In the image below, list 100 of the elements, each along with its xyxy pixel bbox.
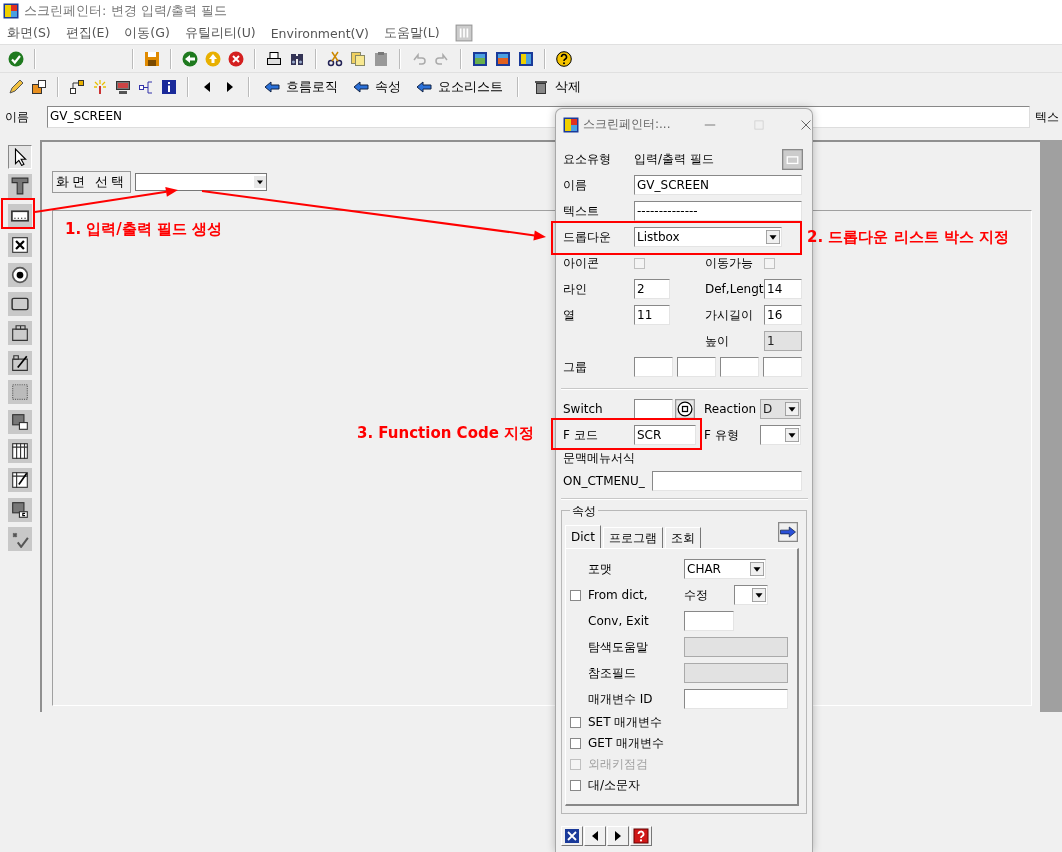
menu-item[interactable]: 이동(G) [124,24,170,42]
field-label: 외래키점검 [588,756,649,773]
tool-button[interactable] [8,291,32,316]
info-icon[interactable] [161,78,177,95]
tool-button[interactable] [8,409,32,434]
toolbar-button[interactable]: 흐름로직 [260,77,342,96]
radio-button-icon [11,265,29,284]
field-label: 이름 [5,108,30,126]
input-field[interactable] [677,357,716,377]
input-field[interactable]: -------------- [634,201,802,221]
window-icon[interactable] [495,50,511,67]
input-field[interactable]: SCR [634,425,696,445]
tool-button[interactable] [8,468,32,493]
tool-button[interactable] [8,438,32,463]
pencil-icon[interactable] [8,78,24,95]
field-label: 텍스트 [563,202,600,220]
input-field[interactable]: 14 [764,279,802,299]
dropdown[interactable] [760,425,801,445]
hierarchy-icon[interactable] [69,78,85,95]
tab[interactable]: Dict [565,525,601,548]
monitor-icon[interactable] [115,78,131,95]
tabs-icon [11,324,29,343]
tool-button[interactable] [8,321,32,346]
torch-icon[interactable] [92,78,108,95]
help-icon[interactable] [633,828,649,844]
input-field[interactable] [634,399,673,419]
window-icon[interactable] [518,50,534,67]
help-icon[interactable] [556,50,572,67]
windows-icon[interactable] [31,78,47,95]
close-icon[interactable] [800,118,812,131]
checkbox[interactable] [764,257,775,269]
input-field[interactable] [652,471,802,491]
checkbox[interactable] [570,738,581,749]
input-field[interactable] [684,611,734,631]
checkbox[interactable] [634,257,645,269]
toolbar-button[interactable]: 요소리스트 [412,77,507,96]
tool-button[interactable] [8,527,32,552]
field-label: 드롭다운 [563,228,612,246]
checkbox[interactable] [570,780,581,791]
left-arrow-icon [416,78,432,95]
input-field[interactable] [763,357,802,377]
tool-button[interactable] [8,497,32,522]
dropdown[interactable] [734,585,768,605]
scissors-icon[interactable] [327,50,343,67]
clipboard-icon[interactable] [373,50,389,67]
trash-icon [533,78,549,95]
menu-item[interactable]: 편집(E) [65,24,110,42]
checkbox[interactable] [570,717,581,728]
cancel-icon[interactable] [228,50,244,67]
field-label: 탐색도움말 [588,638,649,656]
field-label: 이름 [563,176,588,194]
window-icon[interactable] [472,50,488,67]
field-label: F 코드 [563,426,599,444]
app-icon [563,116,579,133]
checkmark-icon[interactable] [8,50,24,67]
input-field[interactable] [684,689,788,709]
field-label: 문맥메뉴서식 [563,449,636,467]
menu-item[interactable]: 도움말(L) [383,24,440,42]
input-field[interactable]: 11 [634,305,670,325]
tool-button[interactable] [8,203,32,228]
tool-button[interactable] [8,233,32,258]
subscreen-icon [11,412,29,431]
field-label: Def,Lengt [705,282,764,296]
menu-item[interactable]: 화면(S) [7,24,51,42]
field-label: 요소유형 [563,150,612,168]
field-label: Reaction [704,402,758,416]
input-field[interactable] [634,357,673,377]
input-field[interactable] [720,357,759,377]
back-icon[interactable] [182,50,198,67]
field-label: 포맷 [588,560,613,578]
field-label: ON_CTMENU_ [563,474,646,488]
tool-button[interactable] [8,145,32,169]
tool-button[interactable] [8,350,32,375]
element-type-value: 입력/출력 필드 [634,150,715,168]
field-label: SET 매개변수 [588,714,664,731]
input-field[interactable]: 2 [634,279,670,299]
printer-icon[interactable] [266,50,282,67]
checkbox[interactable] [570,589,581,601]
dropdown[interactable]: Listbox [634,227,782,247]
tab[interactable]: 프로그램 [602,527,663,548]
field-label: 높이 [705,332,730,350]
save-icon[interactable] [144,50,160,67]
tool-button[interactable] [8,262,32,287]
menu-item[interactable]: 유틸리티(U) [184,24,256,42]
toolbar-button[interactable]: 속성 [349,77,405,96]
tab[interactable]: 조회 [664,527,701,548]
input-field[interactable]: GV_SCREEN [634,175,802,195]
input-field[interactable]: 16 [764,305,802,325]
switch-icon[interactable] [675,399,695,419]
tool-button[interactable] [8,174,32,199]
field-label: 이동가능 [705,254,754,272]
toolbar-button[interactable]: 삭제 [529,77,585,96]
field-label: F 유형 [704,426,740,444]
app-icon [3,3,19,19]
field-label: 텍스 [1035,108,1059,126]
close-icon[interactable] [564,828,580,844]
menu-item[interactable]: Environment(V) [270,25,369,41]
network-icon[interactable] [138,78,154,95]
copy-icon[interactable] [350,50,366,67]
dropdown[interactable]: CHAR [684,559,766,579]
